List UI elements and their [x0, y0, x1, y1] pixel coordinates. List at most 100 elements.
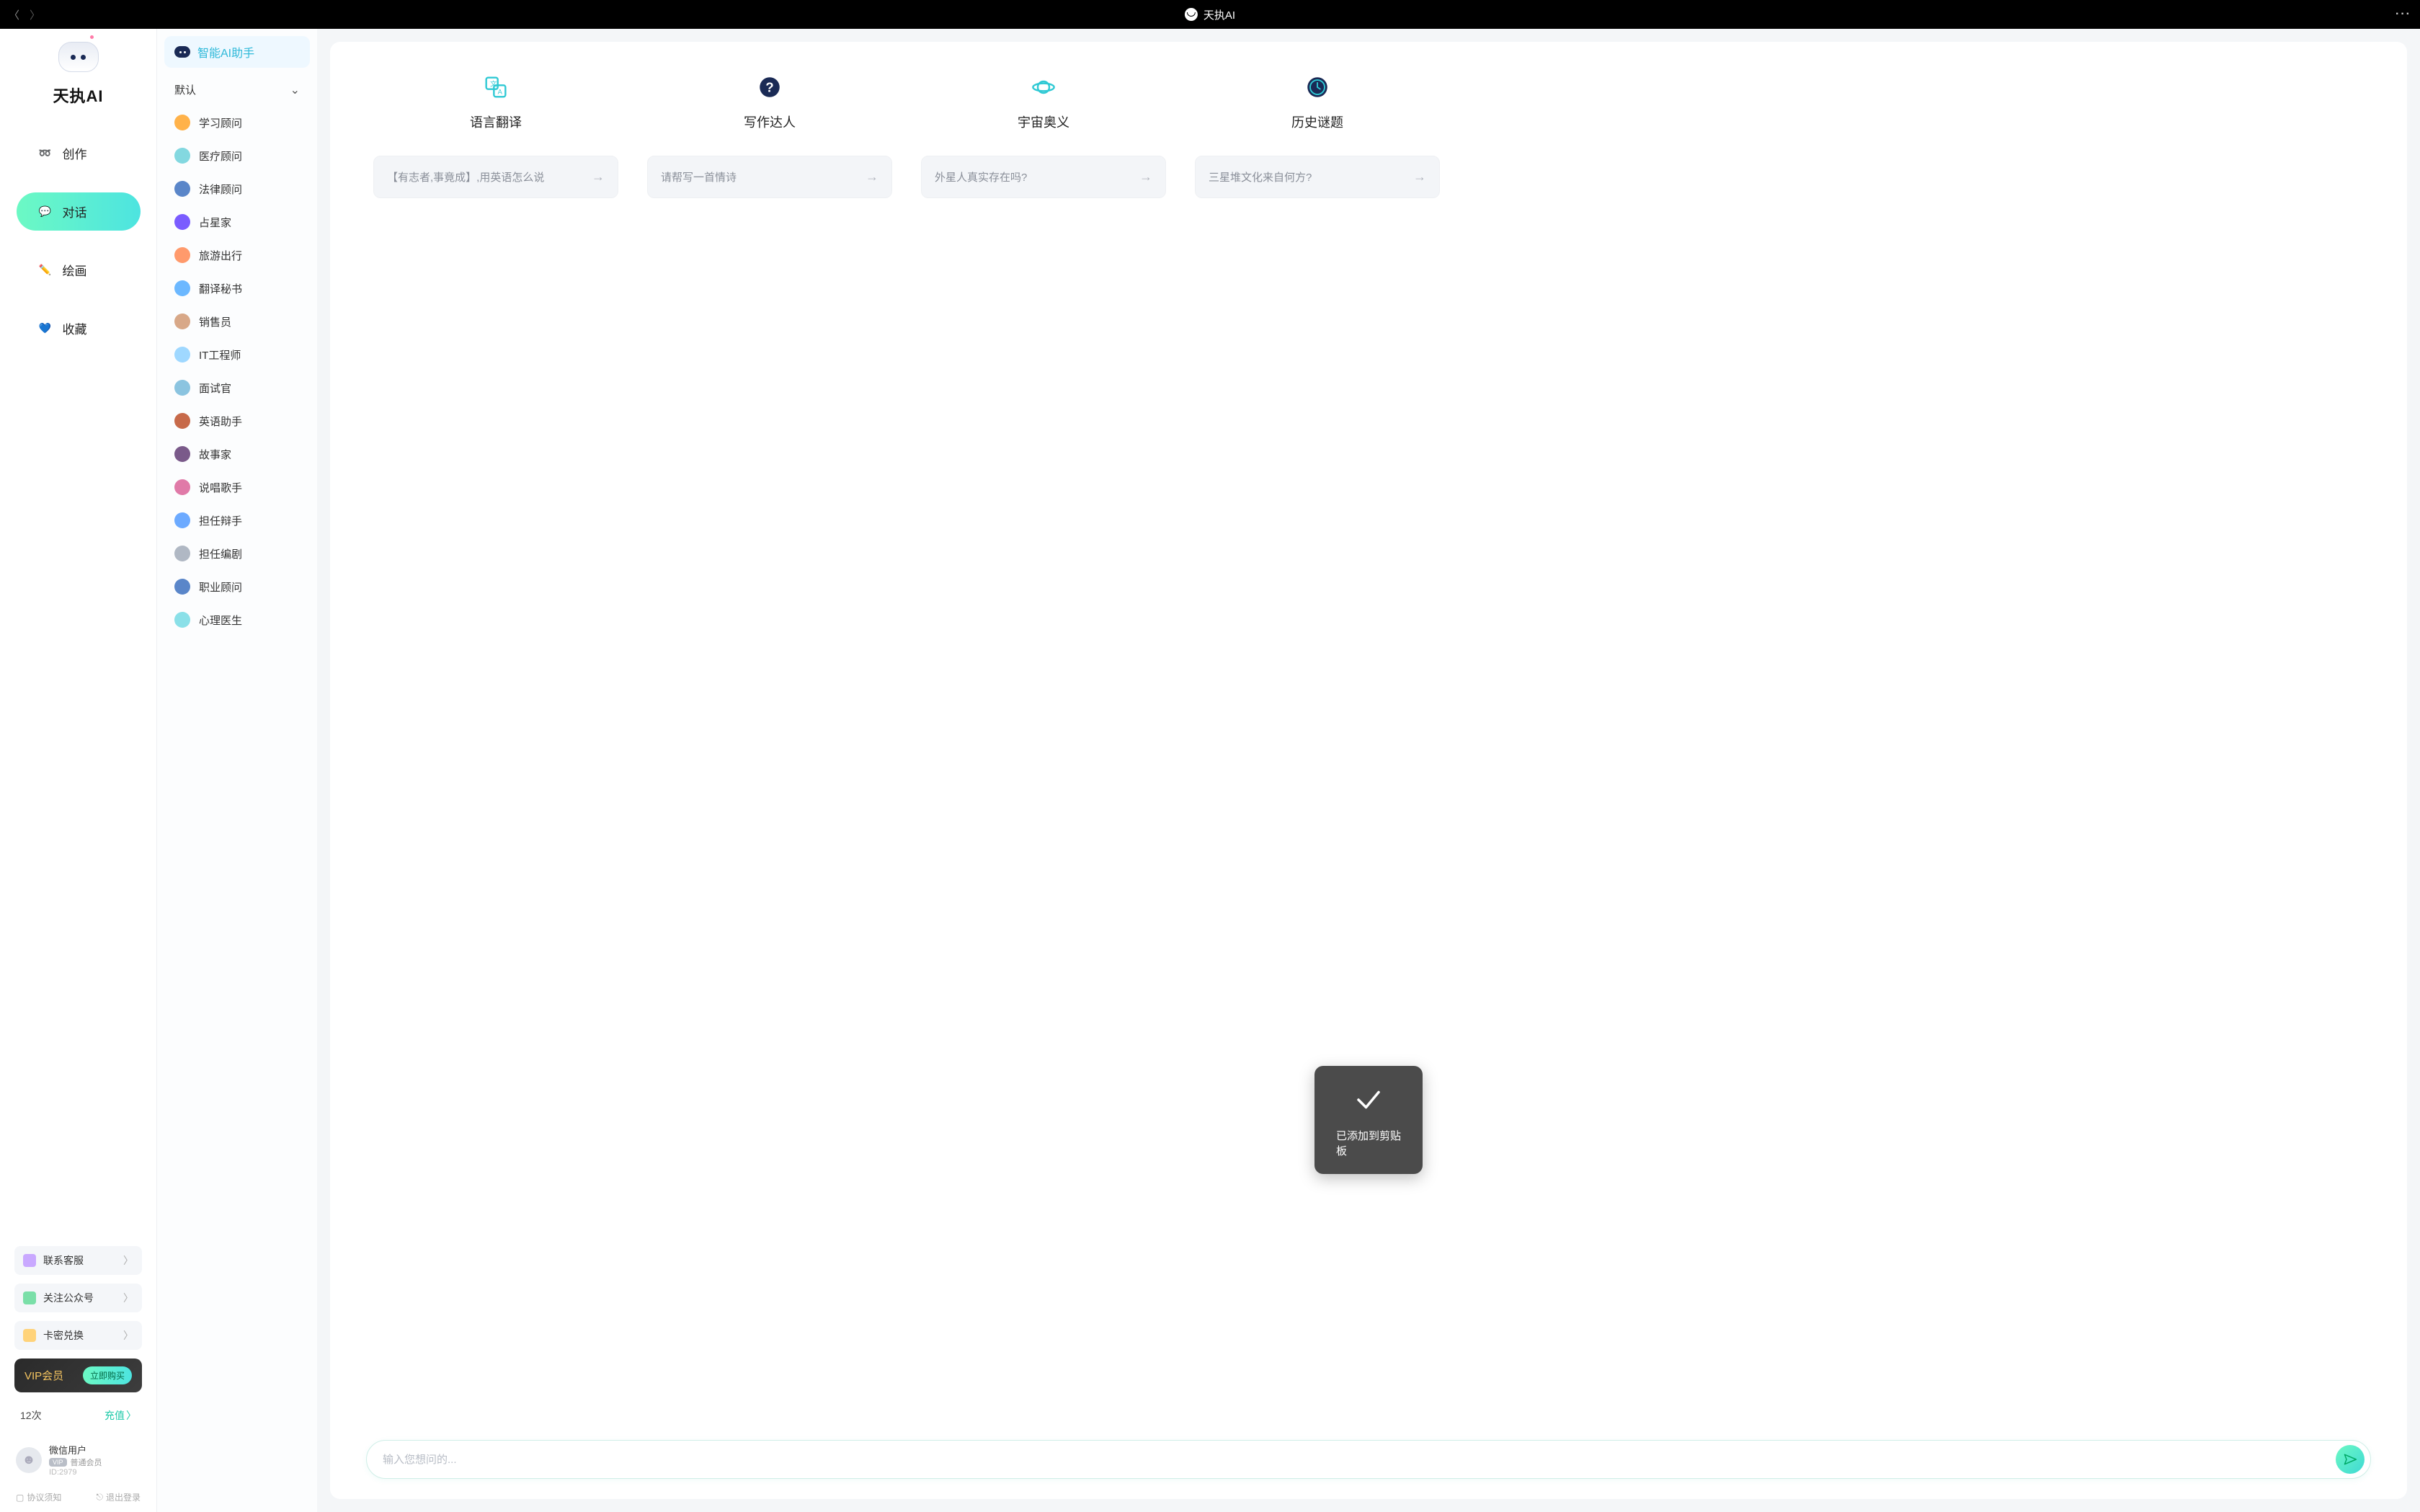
svg-text:A: A: [498, 88, 503, 95]
role-avatar-icon: [174, 214, 190, 230]
role-avatar-icon: [174, 413, 190, 429]
nav-list: ➿ 创作 💬 对话 ✏️ 绘画 💙 收藏: [14, 134, 142, 347]
role-item[interactable]: 英语助手: [164, 404, 310, 437]
nav-chat[interactable]: 💬 对话: [17, 192, 141, 231]
send-button[interactable]: [2336, 1445, 2365, 1474]
role-item[interactable]: 旅游出行: [164, 239, 310, 272]
send-icon: [2343, 1452, 2357, 1467]
default-category[interactable]: 默认 ⌄: [164, 74, 310, 106]
role-item[interactable]: 翻译秘书: [164, 272, 310, 305]
assistant-header[interactable]: 智能AI助手: [164, 36, 310, 68]
recharge-link[interactable]: 充值 〉: [104, 1408, 136, 1423]
role-item[interactable]: 故事家: [164, 437, 310, 471]
suggestion-query[interactable]: 请帮写一首情诗 →: [647, 156, 892, 198]
role-avatar-icon: [174, 247, 190, 263]
role-label: 旅游出行: [199, 248, 242, 263]
agreement-link[interactable]: ▢ 协议须知: [16, 1491, 61, 1503]
role-item[interactable]: 心理医生: [164, 603, 310, 636]
bottom-links: ▢ 协议须知 ⎋ 退出登录: [14, 1488, 142, 1503]
suggestion-query[interactable]: 【有志者,事竟成】,用英语怎么说→: [373, 156, 618, 198]
role-item[interactable]: 医疗顾问: [164, 139, 310, 172]
more-menu-button[interactable]: ···: [2395, 8, 2411, 21]
role-item[interactable]: 担任辩手: [164, 504, 310, 537]
support-icon: [23, 1254, 36, 1267]
role-item[interactable]: 占星家: [164, 205, 310, 239]
nav-favorites[interactable]: 💙 收藏: [17, 309, 141, 347]
chevron-down-icon: ⌄: [290, 83, 300, 97]
nav-label: 对话: [63, 203, 87, 221]
role-label: 故事家: [199, 447, 231, 462]
nav-arrows: 〈 〉: [9, 7, 40, 22]
coupon-icon: [23, 1329, 36, 1342]
role-list: 学习顾问医疗顾问法律顾问占星家旅游出行翻译秘书销售员 IT工程师面试官英语助手故事…: [164, 106, 310, 636]
user-info[interactable]: ☻ 微信用户 VIP普通会员 ID:2979: [14, 1438, 142, 1481]
draw-icon: ✏️: [38, 263, 53, 277]
back-button[interactable]: 〈: [9, 7, 19, 22]
role-avatar-icon: [174, 546, 190, 561]
suggestion-text: 外星人真实存在吗?: [935, 169, 1027, 184]
roles-sidebar: 智能AI助手 默认 ⌄ 学习顾问医疗顾问法律顾问占星家旅游出行翻译秘书销售员 IT…: [157, 29, 317, 1512]
role-item[interactable]: 销售员: [164, 305, 310, 338]
suggestion-icon: 文A: [484, 75, 508, 99]
arrow-right-icon: →: [1413, 169, 1426, 184]
arrow-right-icon: →: [866, 169, 878, 184]
main-panel: 文A语言翻译【有志者,事竟成】,用英语怎么说→?写作达人请帮写一首情诗→宇宙奥义…: [330, 42, 2407, 1499]
check-icon: [1353, 1085, 1384, 1115]
forward-button[interactable]: 〉: [30, 7, 40, 22]
suggestion-title: 语言翻译: [470, 112, 522, 131]
role-label: 销售员: [199, 314, 231, 329]
favorite-icon: 💙: [38, 321, 53, 336]
role-avatar-icon: [174, 280, 190, 296]
topbar: 〈 〉 天执AI ···: [0, 0, 2420, 29]
suggestion-card: 历史谜题三星堆文化来自何方?→: [1195, 75, 1440, 198]
nav-label: 绘画: [63, 261, 87, 279]
role-item[interactable]: 学习顾问: [164, 106, 310, 139]
suggestion-grid: 文A语言翻译【有志者,事竟成】,用英语怎么说→?写作达人请帮写一首情诗→宇宙奥义…: [373, 75, 2364, 198]
suggestion-text: 请帮写一首情诗: [661, 169, 737, 184]
suggestion-query[interactable]: 外星人真实存在吗? →: [921, 156, 1166, 198]
vip-buy-button[interactable]: 立即购买: [83, 1366, 132, 1384]
role-label: 担任辩手: [199, 513, 242, 528]
logout-link[interactable]: ⎋ 退出登录: [96, 1491, 141, 1503]
role-avatar-icon: [174, 181, 190, 197]
role-label: 学习顾问: [199, 115, 242, 130]
nav-label: 创作: [63, 144, 87, 162]
redeem-code[interactable]: 卡密兑换 〉: [14, 1321, 142, 1350]
role-item[interactable]: IT工程师: [164, 338, 310, 371]
role-label: IT工程师: [199, 347, 241, 363]
role-label: 说唱歌手: [199, 480, 242, 495]
suggestion-text: 【有志者,事竟成】,用英语怎么说: [387, 169, 544, 184]
user-name: 微信用户: [49, 1443, 102, 1457]
default-label: 默认: [174, 82, 196, 97]
suggestion-text: 三星堆文化来自何方?: [1209, 169, 1312, 184]
avatar: ☻: [16, 1447, 42, 1473]
app-title: 天执AI: [1204, 7, 1235, 22]
primary-sidebar: 天执AI ➿ 创作 💬 对话 ✏️ 绘画 💙 收藏 联系客服 〉: [0, 29, 157, 1512]
chat-input-bar: [366, 1440, 2371, 1479]
wechat-icon: [23, 1291, 36, 1304]
role-item[interactable]: 法律顾问: [164, 172, 310, 205]
chat-input[interactable]: [383, 1454, 2336, 1466]
credit-count: 12次: [20, 1408, 42, 1423]
toast-message: 已添加到剪贴板: [1336, 1128, 1401, 1158]
role-item[interactable]: 说唱歌手: [164, 471, 310, 504]
role-item[interactable]: 面试官: [164, 371, 310, 404]
role-avatar-icon: [174, 347, 190, 363]
role-avatar-icon: [174, 579, 190, 595]
suggestion-title: 写作达人: [744, 112, 796, 131]
contact-support[interactable]: 联系客服 〉: [14, 1246, 142, 1275]
role-item[interactable]: 职业顾问: [164, 570, 310, 603]
suggestion-query[interactable]: 三星堆文化来自何方? →: [1195, 156, 1440, 198]
chevron-right-icon: 〉: [123, 1253, 133, 1268]
action-label: 卡密兑换: [43, 1328, 84, 1343]
chevron-right-icon: 〉: [123, 1291, 133, 1305]
role-avatar-icon: [174, 612, 190, 628]
app-name: 天执AI: [53, 84, 103, 107]
follow-account[interactable]: 关注公众号 〉: [14, 1284, 142, 1312]
vip-card: VIP会员 立即购买: [14, 1358, 142, 1392]
nav-draw[interactable]: ✏️ 绘画: [17, 251, 141, 289]
nav-create[interactable]: ➿ 创作: [17, 134, 141, 172]
role-item[interactable]: 担任编剧: [164, 537, 310, 570]
suggestion-card: 文A 语言翻译【有志者,事竟成】,用英语怎么说→: [373, 75, 618, 198]
arrow-right-icon: →: [1139, 169, 1152, 184]
